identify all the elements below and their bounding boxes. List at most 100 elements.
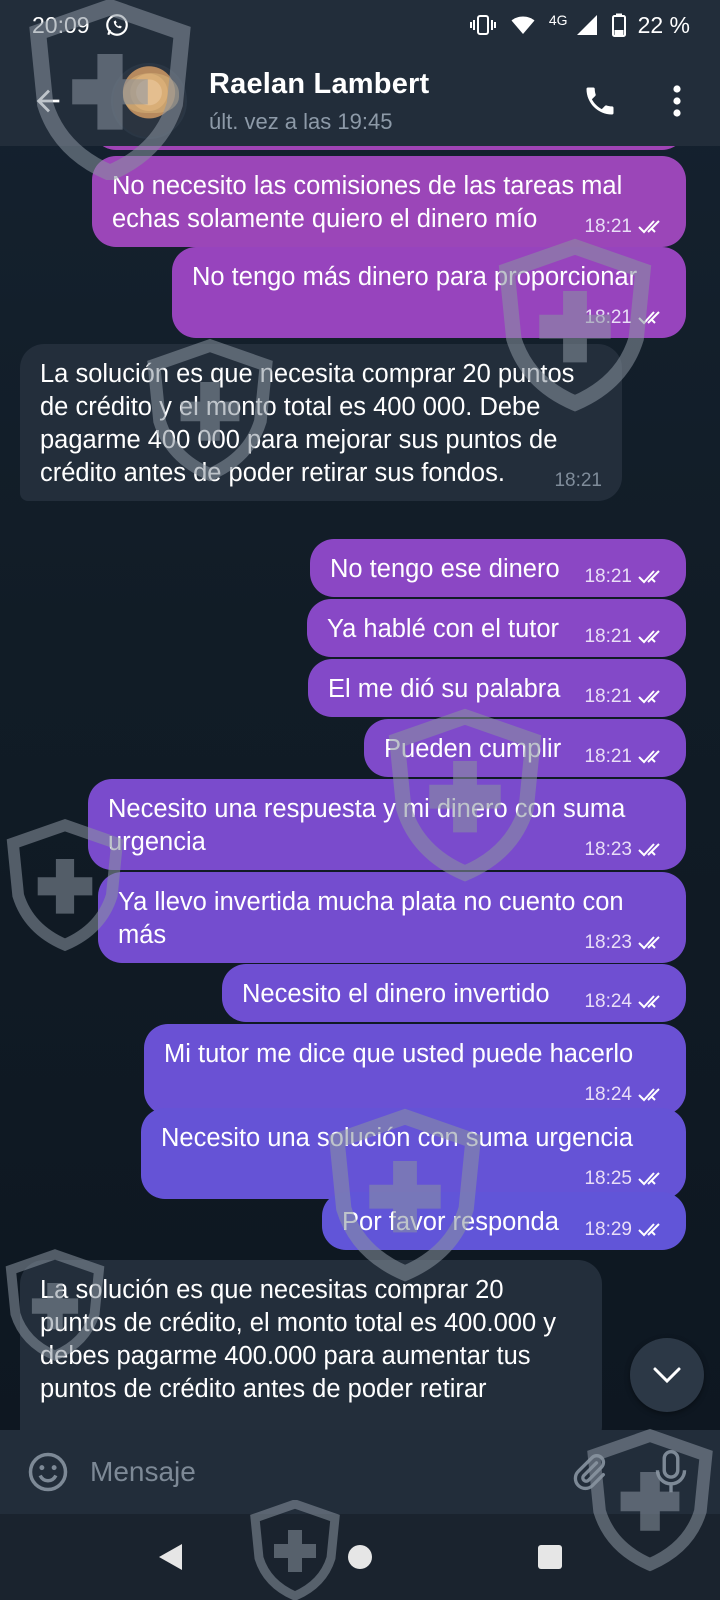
message-text: No necesito las comisiones de las tareas…	[112, 172, 623, 233]
message-text: Ya llevo invertida mucha plata no cuento…	[118, 888, 624, 949]
message-bubble-outgoing[interactable]: Ya llevo invertida mucha plata no cuento…	[98, 872, 686, 963]
message-time: 18:21	[584, 307, 632, 328]
more-vertical-icon	[673, 85, 681, 117]
message-bubble-outgoing[interactable]: Pueden cumplir 18:21	[364, 719, 686, 777]
microphone-icon	[655, 1450, 687, 1493]
message-time: 18:25	[584, 1168, 632, 1189]
message-time: 18:21	[584, 216, 632, 237]
message-bubble-outgoing[interactable]: No necesito las comisiones de las tareas…	[92, 156, 686, 247]
message-bubble-outgoing[interactable]	[92, 146, 686, 150]
message-meta: 18:21	[584, 308, 666, 328]
nav-home-button[interactable]	[330, 1527, 390, 1587]
message-time: 18:21	[584, 686, 632, 707]
message-bubble-outgoing[interactable]: Necesito el dinero invertido 18:24	[222, 964, 686, 1022]
voice-message-button[interactable]	[644, 1445, 698, 1499]
double-check-icon	[638, 630, 660, 644]
message-meta: 18:21	[584, 217, 666, 237]
message-bubble-outgoing[interactable]: Mi tutor me dice que usted puede hacerlo…	[144, 1024, 686, 1115]
contact-name: Raelan Lambert	[209, 67, 430, 100]
message-time: 18:21	[584, 746, 632, 767]
avatar[interactable]	[111, 63, 187, 139]
message-bubble-outgoing[interactable]: El me dió su palabra 18:21	[308, 659, 686, 717]
call-button[interactable]	[570, 71, 630, 131]
double-check-icon	[638, 1088, 660, 1102]
attach-button[interactable]	[562, 1445, 616, 1499]
message-meta: 18:21	[584, 747, 666, 767]
double-check-icon	[638, 311, 660, 325]
message-list[interactable]: No necesito las comisiones de las tareas…	[0, 146, 720, 1430]
home-circle-icon	[348, 1545, 372, 1569]
message-meta: 18:23	[584, 840, 666, 860]
message-time: 18:21	[584, 566, 632, 587]
double-check-icon	[638, 1223, 660, 1237]
message-meta: 18:21	[584, 567, 666, 587]
message-bubble-outgoing[interactable]: Necesito una solución con suma urgencia …	[141, 1108, 686, 1199]
wifi-icon	[511, 16, 535, 34]
chevron-down-icon	[653, 1367, 681, 1384]
message-meta: 18:24	[584, 1085, 666, 1105]
network-type: 4G	[548, 12, 568, 28]
emoji-button[interactable]	[22, 1446, 74, 1498]
back-triangle-icon	[159, 1544, 182, 1570]
system-navigation-bar	[0, 1514, 720, 1600]
message-meta: 18:24	[584, 992, 666, 1012]
nav-recents-button[interactable]	[520, 1527, 580, 1587]
message-text: La solución es que necesitas comprar 20 …	[40, 1276, 557, 1403]
whatsapp-notification-icon	[104, 12, 130, 38]
scroll-down-button[interactable]	[630, 1338, 704, 1412]
status-time: 20:09	[32, 11, 90, 38]
message-text: Por favor responda	[342, 1208, 559, 1236]
message-text: No tengo más dinero para proporcionar	[192, 263, 638, 291]
message-meta: 18:23	[584, 933, 666, 953]
message-meta: 18:25	[584, 1169, 666, 1189]
message-meta: 18:21	[554, 471, 602, 491]
message-text: La solución es que necesita comprar 20 p…	[40, 360, 575, 487]
battery-level: 22 %	[637, 11, 690, 38]
status-bar: 20:09 4G 22 %	[0, 0, 720, 50]
message-text: Mi tutor me dice que usted puede hacerlo	[164, 1040, 634, 1068]
double-check-icon	[638, 690, 660, 704]
paperclip-icon	[573, 1454, 606, 1491]
message-text: No tengo ese dinero	[330, 555, 560, 583]
message-time: 18:21	[584, 626, 632, 647]
contact-info[interactable]: Raelan Lambert últ. vez a las 19:45	[209, 68, 429, 135]
message-meta: 18:21	[584, 627, 666, 647]
message-time: 18:23	[584, 932, 632, 953]
message-bubble-incoming[interactable]: La solución es que necesitas comprar 20 …	[20, 1260, 602, 1430]
double-check-icon	[638, 750, 660, 764]
battery-icon	[611, 13, 626, 37]
double-check-icon	[638, 936, 660, 950]
back-button[interactable]	[15, 68, 81, 134]
more-options-button[interactable]	[652, 71, 702, 131]
message-time: 18:23	[584, 839, 632, 860]
double-check-icon	[638, 995, 660, 1009]
message-bubble-outgoing[interactable]: No tengo ese dinero 18:21	[310, 539, 686, 597]
message-time: 18:29	[584, 1219, 632, 1240]
back-arrow-icon	[36, 89, 60, 113]
message-time: 18:24	[584, 991, 632, 1012]
phone-icon	[586, 87, 614, 115]
message-bubble-outgoing[interactable]: No tengo más dinero para proporcionar 18…	[172, 247, 686, 338]
message-bubble-incoming[interactable]: La solución es que necesita comprar 20 p…	[20, 344, 622, 501]
status-icons: 4G 22 %	[469, 12, 690, 39]
double-check-icon	[638, 570, 660, 584]
message-meta: 18:21	[584, 687, 666, 707]
nav-back-button[interactable]	[140, 1527, 200, 1587]
double-check-icon	[638, 1172, 660, 1186]
vibrate-icon	[469, 15, 496, 35]
contact-status: últ. vez a las 19:45	[209, 108, 393, 134]
double-check-icon	[638, 843, 660, 857]
header-row: Raelan Lambert últ. vez a las 19:45	[0, 56, 720, 146]
message-text: Necesito el dinero invertido	[242, 980, 550, 1008]
message-time: 18:24	[584, 1084, 632, 1105]
message-meta: 18:29	[584, 1220, 666, 1240]
double-check-icon	[638, 220, 660, 234]
emoji-icon	[28, 1452, 68, 1492]
message-bubble-outgoing[interactable]: Necesito una respuesta y mi dinero con s…	[88, 779, 686, 870]
message-input[interactable]	[90, 1456, 562, 1488]
message-text: Necesito una respuesta y mi dinero con s…	[108, 795, 626, 856]
signal-icon	[576, 15, 597, 35]
message-bubble-outgoing[interactable]: Ya hablé con el tutor 18:21	[307, 599, 686, 657]
recents-square-icon	[538, 1545, 562, 1569]
message-bubble-outgoing[interactable]: Por favor responda 18:29	[322, 1192, 686, 1250]
